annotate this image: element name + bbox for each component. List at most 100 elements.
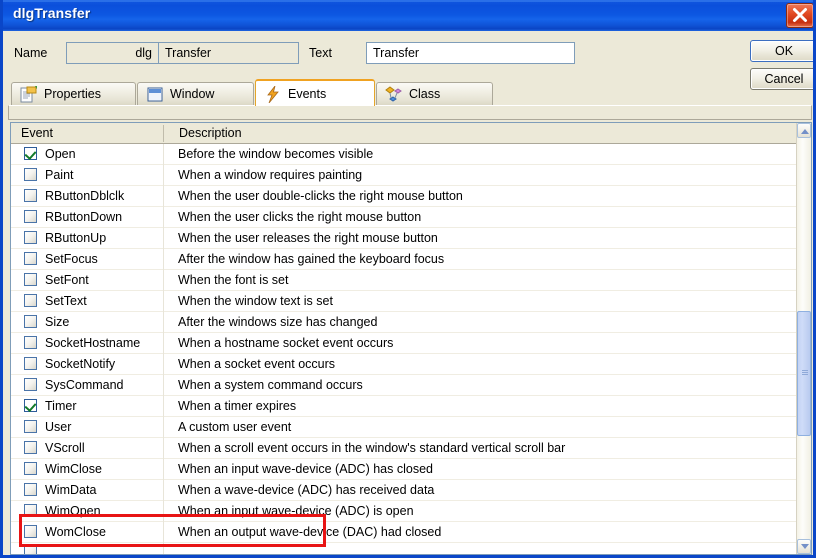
scroll-down-button[interactable] xyxy=(797,539,811,554)
row-checkbox[interactable] xyxy=(24,546,37,554)
table-row[interactable]: WimOpen When an input wave-device (ADC) i… xyxy=(11,501,796,522)
class-shapes-icon xyxy=(385,86,403,103)
row-event-name: Timer xyxy=(45,399,77,413)
row-checkbox[interactable] xyxy=(24,336,37,349)
row-checkbox[interactable] xyxy=(24,483,37,496)
ok-button[interactable]: OK xyxy=(750,40,813,62)
table-row[interactable]: Open Before the window becomes visible xyxy=(11,144,796,165)
row-checkbox[interactable] xyxy=(24,357,37,370)
name-input[interactable]: Transfer xyxy=(158,42,299,64)
row-checkbox[interactable] xyxy=(24,399,37,412)
table-row[interactable]: RButtonDown When the user clicks the righ… xyxy=(11,207,796,228)
table-row[interactable]: Paint When a window requires painting xyxy=(11,165,796,186)
tab-window[interactable]: Window xyxy=(137,82,254,105)
column-header-event[interactable]: Event xyxy=(21,126,53,140)
text-input[interactable]: Transfer xyxy=(366,42,575,64)
row-event-name: VScroll xyxy=(45,441,85,455)
row-cell-divider xyxy=(163,165,164,186)
row-cell-divider xyxy=(163,270,164,291)
close-button[interactable] xyxy=(786,3,813,28)
window-title: dlgTransfer xyxy=(13,5,91,21)
table-row[interactable]: SetFont When the font is set xyxy=(11,270,796,291)
row-event-name: Size xyxy=(45,315,70,329)
table-row[interactable]: WimClose When an input wave-device (ADC) … xyxy=(11,459,796,480)
tab-class[interactable]: Class xyxy=(376,82,493,105)
row-cell-divider xyxy=(163,501,164,522)
scrollbar-thumb[interactable] xyxy=(797,311,811,436)
scroll-up-button[interactable] xyxy=(797,123,811,138)
events-list: Event Description Open Before the window … xyxy=(10,122,812,555)
vertical-scrollbar[interactable] xyxy=(796,123,811,554)
row-description: A custom user event xyxy=(178,420,292,434)
row-checkbox[interactable] xyxy=(24,231,37,244)
table-row[interactable]: RButtonDblclk When the user double-clicks… xyxy=(11,186,796,207)
row-checkbox[interactable] xyxy=(24,147,37,160)
tab-strip: Properties Window Events Class xyxy=(6,79,813,106)
row-description: When a scroll event occurs in the window… xyxy=(178,441,566,455)
row-event-name: SysCommand xyxy=(45,378,124,392)
tab-window-label: Window xyxy=(170,87,215,101)
row-description: When a wave-device (ADC) has received da… xyxy=(178,483,435,497)
table-row[interactable]: WimData When a wave-device (ADC) has rece… xyxy=(11,480,796,501)
close-icon xyxy=(793,8,807,22)
row-checkbox[interactable] xyxy=(24,441,37,454)
table-row[interactable]: WomClose When an output wave-device (DAC)… xyxy=(11,522,796,543)
table-row[interactable]: SetFocus After the window has gained the … xyxy=(11,249,796,270)
tab-events-label: Events xyxy=(288,87,327,101)
row-checkbox[interactable] xyxy=(24,168,37,181)
row-description: When the font is set xyxy=(178,273,289,287)
row-description: When the user clicks the right mouse but… xyxy=(178,210,422,224)
row-event-name: RButtonUp xyxy=(45,231,107,245)
row-description: When a window requires painting xyxy=(178,168,363,182)
row-checkbox[interactable] xyxy=(24,273,37,286)
text-label: Text xyxy=(309,46,332,60)
table-row[interactable]: Size After the windows size has changed xyxy=(11,312,796,333)
window-icon xyxy=(146,86,164,103)
table-row[interactable]: SetText When the window text is set xyxy=(11,291,796,312)
row-cell-divider xyxy=(163,522,164,543)
column-header-description[interactable]: Description xyxy=(179,126,242,140)
row-checkbox[interactable] xyxy=(24,315,37,328)
row-description: When a system command occurs xyxy=(178,378,363,392)
row-event-name: RButtonDblclk xyxy=(45,189,125,203)
chevron-down-icon xyxy=(801,544,809,549)
row-cell-divider xyxy=(163,354,164,375)
row-cell-divider xyxy=(163,396,164,417)
tab-panel-filler xyxy=(8,105,812,120)
tab-events[interactable]: Events xyxy=(255,79,375,106)
row-description: When a socket event occurs xyxy=(178,357,336,371)
row-checkbox[interactable] xyxy=(24,462,37,475)
tab-properties-label: Properties xyxy=(44,87,101,101)
row-checkbox[interactable] xyxy=(24,420,37,433)
row-checkbox[interactable] xyxy=(24,189,37,202)
row-cell-divider xyxy=(163,186,164,207)
scrollbar-track[interactable] xyxy=(797,138,811,539)
row-checkbox[interactable] xyxy=(24,504,37,517)
table-row[interactable]: User A custom user event xyxy=(11,417,796,438)
row-description: When the user releases the right mouse b… xyxy=(178,231,438,245)
table-row[interactable]: SysCommand When a system command occurs xyxy=(11,375,796,396)
row-cell-divider xyxy=(163,144,164,165)
dialog-window: dlgTransfer Name dlg Transfer Text Trans… xyxy=(0,0,816,558)
row-event-name: User xyxy=(45,420,72,434)
row-cell-divider xyxy=(163,312,164,333)
row-checkbox[interactable] xyxy=(24,210,37,223)
table-row[interactable]: Timer When a timer expires xyxy=(11,396,796,417)
row-checkbox[interactable] xyxy=(24,294,37,307)
row-event-name: SetFocus xyxy=(45,252,98,266)
row-checkbox[interactable] xyxy=(24,252,37,265)
table-row[interactable] xyxy=(11,543,796,554)
table-row[interactable]: RButtonUp When the user releases the righ… xyxy=(11,228,796,249)
row-checkbox[interactable] xyxy=(24,525,37,538)
row-description: When an input wave-device (ADC) is open xyxy=(178,504,414,518)
row-cell-divider xyxy=(163,249,164,270)
table-row[interactable]: VScroll When a scroll event occurs in the… xyxy=(11,438,796,459)
row-description: When an input wave-device (ADC) has clos… xyxy=(178,462,433,476)
table-row[interactable]: SocketNotify When a socket event occurs xyxy=(11,354,796,375)
row-cell-divider xyxy=(163,438,164,459)
name-prefix-field: dlg xyxy=(66,42,159,64)
tab-properties[interactable]: Properties xyxy=(11,82,136,105)
column-divider[interactable] xyxy=(163,125,164,142)
row-checkbox[interactable] xyxy=(24,378,37,391)
table-row[interactable]: SocketHostname When a hostname socket eve… xyxy=(11,333,796,354)
